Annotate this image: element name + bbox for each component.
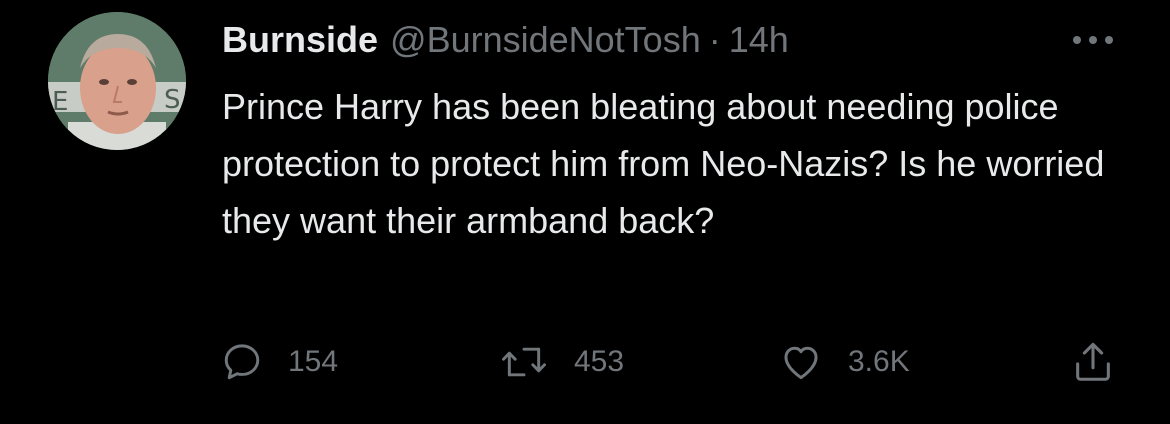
avatar-image: E S [48,12,186,150]
share-button[interactable] [1070,340,1116,384]
share-upload-icon [1076,342,1110,381]
tweet-text: Prince Harry has been bleating about nee… [222,86,1105,241]
heart-icon [784,346,818,380]
reply-bubble-icon [224,344,260,380]
svg-text:S: S [164,85,181,115]
svg-text:E: E [52,87,68,117]
like-count: 3.6K [848,345,910,378]
author-avatar[interactable]: E S [48,12,186,150]
author-handle[interactable]: @BurnsideNotTosh [390,18,701,62]
author-name[interactable]: Burnside [222,18,378,62]
tweet-timestamp[interactable]: 14h [729,18,789,62]
reply-count: 154 [288,345,339,378]
retweet-count: 453 [574,345,625,378]
reply-button[interactable]: 154 [220,340,338,384]
tweet-card[interactable]: E S Burnside @BurnsideNotTosh · 14h Prin… [0,0,1170,424]
retweet-button[interactable]: 453 [498,340,624,384]
retweet-icon [502,347,546,377]
tweet-header: Burnside @BurnsideNotTosh · 14h [222,18,789,62]
more-options-button[interactable] [1068,28,1118,52]
header-separator: · [708,19,721,60]
like-button[interactable]: 3.6K [778,340,910,384]
more-horizontal-icon [1073,36,1113,44]
tweet-actions: 154 453 3.6K [0,332,1170,392]
